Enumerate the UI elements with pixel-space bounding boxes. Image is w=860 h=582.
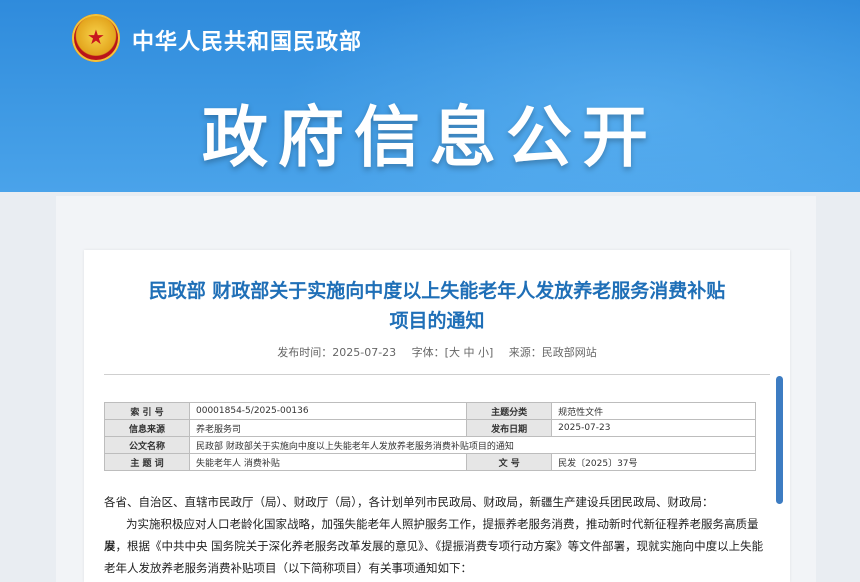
publish-date-label: 发布日期 <box>466 419 553 437</box>
index-label: 索 引 号 <box>104 402 190 420</box>
meta-divider <box>104 374 770 375</box>
doc-name-label: 公文名称 <box>104 436 190 454</box>
addressee-line: 各省、自治区、直辖市民政厅（局）、财政厅（局），各计划单列市民政局、财政局，新疆… <box>104 495 714 509</box>
body-paragraph-line-2: 展，根据《中共中央 国务院关于深化养老服务改革发展的意见》、《提振消费专项行动方… <box>104 539 764 553</box>
info-source-label: 信息来源 <box>104 419 190 437</box>
info-source-value: 养老服务司 <box>188 419 468 437</box>
article-title-line-2: 项目的通知 <box>389 310 485 332</box>
category-value: 规范性文件 <box>551 402 756 420</box>
body-paragraph-line-3: 老年人发放养老服务消费补贴项目（以下简称项目）有关事项通知如下： <box>104 561 472 575</box>
table-row: 索 引 号 00001854-5/2025-00136 主题分类 规范性文件 <box>104 402 756 420</box>
article-title: 民政部 财政部关于实施向中度以上失能老年人发放养老服务消费补贴 项目的通知 <box>84 276 790 336</box>
banner-title: 政府信息公开 <box>202 99 658 176</box>
table-row: 信息来源 养老服务司 发布日期 2025-07-23 <box>104 419 756 437</box>
index-value: 00001854-5/2025-00136 <box>188 402 468 420</box>
doc-number-value: 民发〔2025〕37号 <box>551 453 756 471</box>
keywords-value: 失能老年人 消费补贴 <box>188 453 468 471</box>
font-size-selector[interactable]: 字体：[大 中 小] <box>412 346 494 359</box>
table-row: 公文名称 民政部 财政部关于实施向中度以上失能老年人发放养老服务消费补贴项目的通… <box>104 436 756 454</box>
document-info-table: 索 引 号 00001854-5/2025-00136 主题分类 规范性文件 信… <box>104 402 756 471</box>
scrollbar-thumb[interactable] <box>776 376 783 504</box>
star-icon: ★ <box>87 25 105 49</box>
table-row: 主 题 词 失能老年人 消费补贴 文 号 民发〔2025〕37号 <box>104 453 756 471</box>
national-emblem-icon: ★ <box>72 14 120 62</box>
publish-time: 发布时间：2025-07-23 <box>277 346 397 359</box>
ministry-name[interactable]: 中华人民共和国民政部 <box>132 24 362 56</box>
article-title-line-1: 民政部 财政部关于实施向中度以上失能老年人发放养老服务消费补贴 <box>148 280 726 302</box>
category-label: 主题分类 <box>466 402 553 420</box>
doc-name-value: 民政部 财政部关于实施向中度以上失能老年人发放养老服务消费补贴项目的通知 <box>189 436 756 454</box>
article-meta: 发布时间：2025-07-23 字体：[大 中 小] 来源：民政部网站 <box>84 344 790 360</box>
keywords-label: 主 题 词 <box>104 453 190 471</box>
publish-date-value: 2025-07-23 <box>551 419 756 437</box>
article-source: 来源：民政部网站 <box>508 346 597 359</box>
doc-number-label: 文 号 <box>466 453 553 471</box>
header-banner: ★ 中华人民共和国民政部 政府信息公开 <box>0 0 860 192</box>
